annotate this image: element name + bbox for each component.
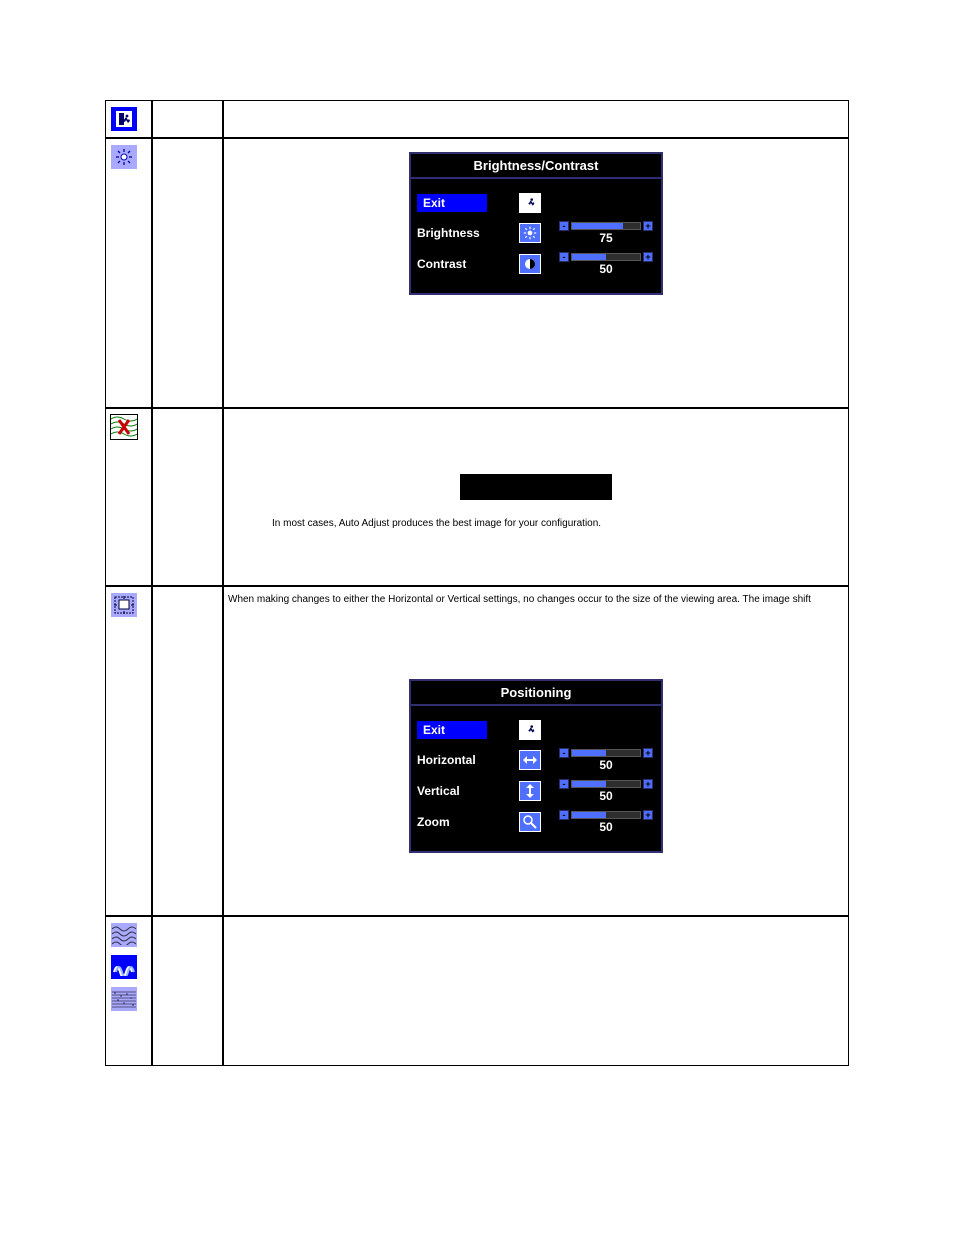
col-desc: Brightness/Contrast Exit Brightness: [223, 138, 849, 408]
osd-row-horizontal[interactable]: Horizontal - + 50: [417, 748, 655, 771]
exit-button[interactable]: Exit: [417, 194, 487, 212]
osd-row-exit[interactable]: Exit: [417, 193, 655, 213]
minus-button[interactable]: -: [559, 810, 569, 820]
col-icon: [105, 138, 152, 408]
osd-function-table: Brightness/Contrast Exit Brightness: [105, 100, 849, 1066]
plus-button[interactable]: +: [643, 810, 653, 820]
contrast-label: Contrast: [417, 257, 511, 271]
col-name: [152, 586, 223, 916]
col-desc: [223, 916, 849, 1066]
col-desc: In most cases, Auto Adjust produces the …: [223, 408, 849, 586]
osd-row-exit[interactable]: Exit: [417, 720, 655, 740]
exit-button[interactable]: Exit: [417, 721, 487, 739]
col-desc: When making changes to either the Horizo…: [223, 586, 849, 916]
zoom-value: 50: [599, 821, 612, 833]
contrast-value: 50: [599, 263, 612, 275]
plus-button[interactable]: +: [643, 748, 653, 758]
horizontal-label: Horizontal: [417, 753, 511, 767]
brightness-value: 75: [599, 232, 612, 244]
sun-icon: [110, 144, 138, 170]
exit-run-icon: [519, 720, 541, 740]
col-name: [152, 408, 223, 586]
zoom-slider[interactable]: - + 50: [557, 810, 655, 833]
horizontal-value: 50: [599, 759, 612, 771]
auto-adjust-icon: [110, 414, 138, 440]
minus-button[interactable]: -: [559, 252, 569, 262]
manual-osd-table: Brightness/Contrast Exit Brightness: [0, 0, 954, 1126]
osd-title: Brightness/Contrast: [411, 154, 661, 179]
osd-panel-positioning: Positioning Exit Horizontal: [409, 679, 663, 853]
osd-row-brightness[interactable]: Brightness - + 75: [417, 221, 655, 244]
exit-run-icon: [519, 193, 541, 213]
plus-button[interactable]: +: [643, 779, 653, 789]
col-icon: [105, 916, 152, 1066]
osd-row-contrast[interactable]: Contrast - + 50: [417, 252, 655, 275]
minus-button[interactable]: -: [559, 748, 569, 758]
col-icon: [105, 408, 152, 586]
col-name: [152, 138, 223, 408]
zoom-label: Zoom: [417, 815, 511, 829]
col-desc: [223, 100, 849, 138]
col-icon: [105, 100, 152, 138]
vertical-slider[interactable]: - + 50: [557, 779, 655, 802]
sun-icon: [519, 223, 541, 243]
vertical-arrows-icon: [519, 781, 541, 801]
horizontal-slider[interactable]: - + 50: [557, 748, 655, 771]
contrast-slider[interactable]: - + 50: [557, 252, 655, 275]
col-name: [152, 916, 223, 1066]
horizontal-arrows-icon: [519, 750, 541, 770]
magnifier-icon: [519, 812, 541, 832]
col-name: [152, 100, 223, 138]
exit-run-icon: [110, 106, 138, 132]
osd-title: Positioning: [411, 681, 661, 706]
vertical-label: Vertical: [417, 784, 511, 798]
col-icon: [105, 586, 152, 916]
vertical-value: 50: [599, 790, 612, 802]
osd-row-vertical[interactable]: Vertical - + 50: [417, 779, 655, 802]
plus-button[interactable]: +: [643, 252, 653, 262]
plus-button[interactable]: +: [643, 221, 653, 231]
osd-panel-brightness-contrast: Brightness/Contrast Exit Brightness: [409, 152, 663, 295]
positioning-description: When making changes to either the Horizo…: [228, 592, 844, 611]
brightness-slider[interactable]: - + 75: [557, 221, 655, 244]
positioning-icon: [110, 592, 138, 618]
auto-adjust-note: In most cases, Auto Adjust produces the …: [272, 518, 844, 529]
brightness-label: Brightness: [417, 226, 511, 240]
noise-icon: [110, 986, 138, 1012]
auto-adjust-progress-box: [460, 474, 612, 500]
contrast-icon: [519, 254, 541, 274]
phase-icon: [110, 954, 138, 980]
minus-button[interactable]: -: [559, 779, 569, 789]
osd-row-zoom[interactable]: Zoom - + 50: [417, 810, 655, 833]
minus-button[interactable]: -: [559, 221, 569, 231]
pixel-clock-icon: [110, 922, 138, 948]
